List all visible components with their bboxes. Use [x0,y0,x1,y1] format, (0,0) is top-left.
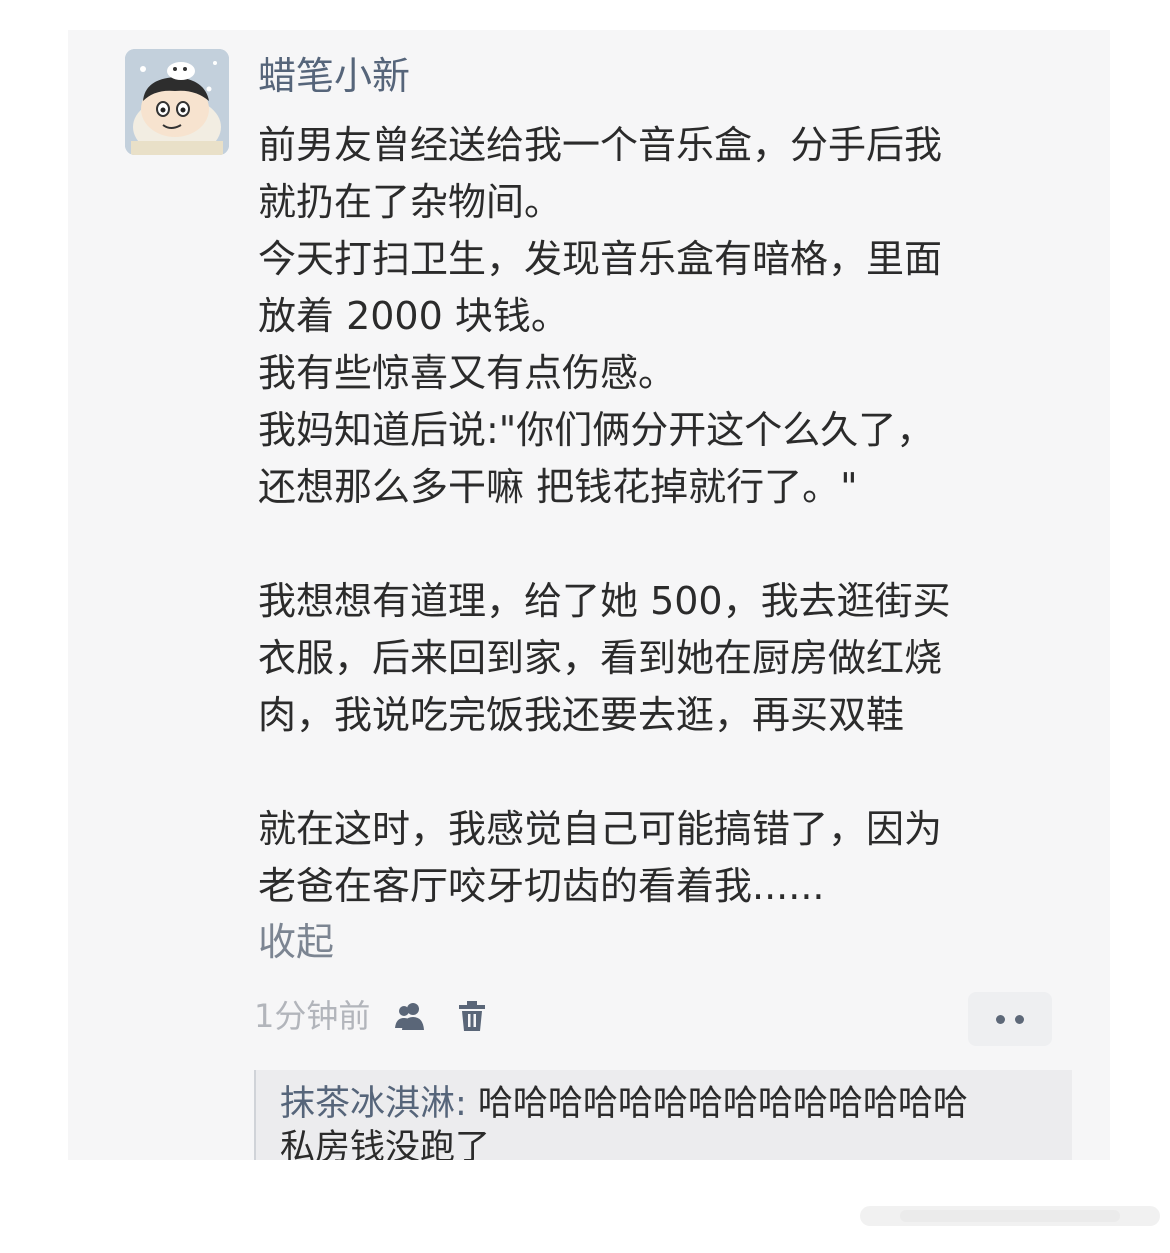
post-line: 肉，我说吃完饭我还要去逛，再买双鞋 [258,693,905,737]
post-line: 我有些惊喜又有点伤感。 [258,351,677,395]
post-line: 衣服，后来回到家，看到她在厨房做红烧 [258,636,943,680]
post-card: 蜡笔小新 前男友曾经送给我一个音乐盒，分手后我 就扔在了杂物间。 今天打扫卫生，… [68,30,1110,1160]
post-line: 还想那么多干嘛 把钱花掉就行了。" [258,465,858,509]
post-line: 老爸在客厅咬牙切齿的看着我...... [258,864,825,908]
more-icon-dot [1015,1014,1024,1024]
more-button[interactable] [968,992,1052,1046]
post-line: 我妈知道后说:"你们俩分开这个么久了， [258,408,935,452]
comment-text: 哈哈哈哈哈哈哈哈哈哈哈哈哈哈 [466,1084,968,1124]
comment-line: 私房钱没跑了 [256,1126,1072,1160]
trash-icon[interactable] [454,998,490,1034]
comment-box: 抹茶冰淇淋: 哈哈哈哈哈哈哈哈哈哈哈哈哈哈 私房钱没跑了 [254,1070,1072,1160]
post-username[interactable]: 蜡笔小新 [258,52,410,100]
post-body: 前男友曾经送给我一个音乐盒，分手后我 就扔在了杂物间。 今天打扫卫生，发现音乐盒… [258,117,1048,915]
post-line: 就在这时，我感觉自己可能搞错了，因为 [258,807,943,851]
collapse-link[interactable]: 收起 [258,916,334,968]
avatar-image [125,49,229,155]
post-line: 我想想有道理，给了她 500，我去逛街买 [258,579,951,623]
avatar[interactable] [125,49,229,155]
post-line: 放着 2000 块钱。 [258,294,569,338]
friends-icon[interactable] [392,998,428,1034]
post-line: 今天打扫卫生，发现音乐盒有暗格，里面 [258,237,943,281]
watermark-graphic [860,1206,1160,1226]
post-line: 就扔在了杂物间。 [258,180,563,224]
post-line: 前男友曾经送给我一个音乐盒，分手后我 [258,123,943,167]
post-time: 1分钟前 [254,997,371,1035]
comment-text: 私房钱没跑了 [280,1128,491,1160]
comment-line: 抹茶冰淇淋: 哈哈哈哈哈哈哈哈哈哈哈哈哈哈 [256,1082,1072,1126]
post-meta: 1分钟前 [254,994,516,1038]
more-icon [996,1014,1005,1024]
comment-author[interactable]: 抹茶冰淇淋: [280,1084,467,1124]
